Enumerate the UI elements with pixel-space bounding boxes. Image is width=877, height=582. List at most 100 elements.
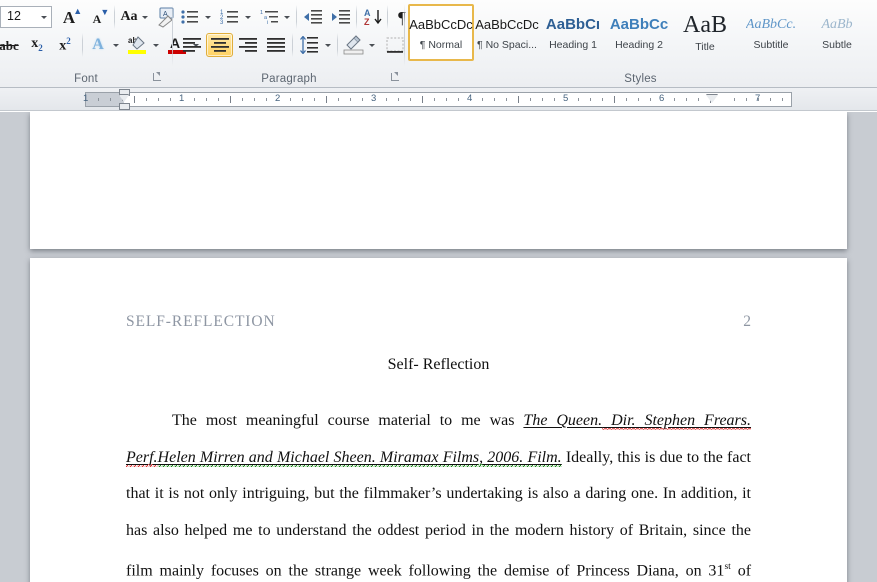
document-page-2[interactable]: SELF-REFLECTION 2 Self- Reflection The m… [30,258,847,582]
text-effects-button[interactable]: A [86,33,110,57]
ruler[interactable]: 1 1 2 3 4 5 6 7 [0,88,877,111]
ruler-number: 4 [467,93,473,104]
style-name: Subtle [822,39,852,51]
style-name: ¶ Normal [419,39,463,51]
styles-gallery[interactable]: AaBbCcDc ¶ Normal AaBbCcDc ¶ No Spaci...… [408,4,877,61]
paragraph-lead-text: The most meaningful course material to m… [172,412,524,429]
style-sample: AaBbCcDc [409,17,473,32]
text-highlight-color-icon: ab [128,36,146,54]
ribbon-group-paragraph: 1 2 3 1 a i A Z ¶ Paragraph [174,0,417,87]
horizontal-ruler[interactable]: 1 1 2 3 4 5 6 7 [83,89,792,110]
style-item-subtitle[interactable]: AaBbCc. Subtitle [738,4,804,61]
ribbon: 12 A ▲ A ▼ Aa A abc x2 x2 A ab A Font 1 … [0,0,877,88]
ruler-number: 1 [83,93,89,104]
document-body-paragraph[interactable]: The most meaningful course material to m… [126,403,751,582]
style-name: Subtitle [753,39,789,51]
font-size-dropdown-arrow[interactable] [36,7,51,27]
bullets-icon [181,10,198,24]
shading-icon [343,35,363,55]
text-effects-dropdown[interactable] [108,33,123,57]
left-indent-marker[interactable] [119,103,130,110]
shading-dropdown[interactable] [365,33,379,57]
svg-text:1: 1 [260,10,263,16]
style-item-title[interactable]: AaB Title [672,4,738,61]
font-size-combo[interactable]: 12 [0,6,52,28]
text-highlight-dropdown[interactable] [148,33,163,57]
line-spacing-dropdown[interactable] [321,33,335,57]
subscript-icon: x2 [31,36,43,53]
increase-indent-icon [332,10,350,24]
ruler-number: 7 [755,93,761,104]
numbering-icon: 1 2 3 [220,10,238,26]
style-sample: AaBbCcDc [475,17,539,32]
multilevel-list-icon: 1 a i [260,10,278,26]
document-title: Self- Reflection [387,356,490,373]
grow-font-button[interactable]: A ▲ [56,5,82,29]
strikethrough-button[interactable]: abc [0,33,22,57]
svg-text:Z: Z [364,17,370,27]
svg-text:3: 3 [220,20,224,26]
group-label-font: Font [74,73,98,85]
bullets-dropdown[interactable] [201,5,215,29]
style-item-subtle-emphasis[interactable]: AaBb Subtle [804,4,870,61]
bullets-button[interactable] [178,5,202,29]
group-label-styles: Styles [624,73,657,85]
header-running-title: SELF-REFLECTION [126,313,276,330]
decrease-indent-button[interactable] [300,5,326,29]
grow-font-icon: A ▲ [62,5,83,27]
ruler-number: 5 [563,93,569,104]
align-right-icon [238,37,257,52]
citation-title: The Queen. [523,412,603,429]
shading-button[interactable] [340,33,366,57]
svg-text:i: i [267,20,268,26]
style-sample: AaBbCc. [745,17,797,32]
document-page-1[interactable] [30,112,847,249]
justify-icon [266,37,285,52]
style-sample: AaB [683,12,727,38]
strikethrough-icon: abc [0,37,19,53]
style-item-heading-2[interactable]: AaBbCc Heading 2 [606,4,672,61]
ruler-number: 3 [371,93,377,104]
subscript-button[interactable]: x2 [24,33,50,57]
group-label-paragraph: Paragraph [261,73,317,85]
line-spacing-icon [300,36,318,54]
align-left-button[interactable] [178,33,205,57]
change-case-button[interactable]: Aa [117,5,151,29]
style-name: Title [695,41,715,53]
align-left-icon [182,37,201,52]
font-size-value: 12 [7,9,21,23]
page-header: SELF-REFLECTION 2 [126,313,751,331]
paragraph-line5-a: mainly focuses on the strange week follo… [159,562,725,580]
multilevel-list-dropdown[interactable] [280,5,294,29]
ruler-number: 6 [659,93,665,104]
decrease-indent-icon [304,10,322,24]
line-spacing-button[interactable] [296,33,322,57]
numbering-button[interactable]: 1 2 3 [218,5,242,29]
superscript-button[interactable]: x2 [52,33,78,57]
shrink-font-button[interactable]: A ▼ [84,5,110,29]
paragraph-dialog-launcher[interactable] [390,72,401,83]
style-item-no-spacing[interactable]: AaBbCcDc ¶ No Spaci... [474,4,540,61]
document-canvas[interactable]: SELF-REFLECTION 2 Self- Reflection The m… [0,112,877,582]
numbering-dropdown[interactable] [241,5,255,29]
style-item-normal[interactable]: AaBbCcDc ¶ Normal [408,4,474,61]
style-name: Heading 1 [549,39,597,51]
justify-button[interactable] [262,33,289,57]
borders-icon [386,37,404,53]
font-dialog-launcher[interactable] [152,72,163,83]
style-item-heading-1[interactable]: AaBbCı Heading 1 [540,4,606,61]
multilevel-list-button[interactable]: 1 a i [258,5,282,29]
change-case-icon: Aa [120,9,138,24]
right-indent-marker[interactable] [706,95,718,103]
sort-icon: A Z [364,8,382,27]
text-effects-icon: A [92,36,104,53]
align-center-button[interactable] [206,33,233,57]
align-right-button[interactable] [234,33,261,57]
sort-button[interactable]: A Z [360,5,386,29]
increase-indent-button[interactable] [328,5,354,29]
citation-performers: Helen Mirren and Michael Sheen. Miramax … [157,448,562,467]
style-name: Heading 2 [615,39,663,51]
hanging-indent-marker[interactable] [119,95,129,102]
text-highlight-color-button[interactable]: ab [124,33,150,57]
style-name: ¶ No Spaci... [477,39,537,51]
